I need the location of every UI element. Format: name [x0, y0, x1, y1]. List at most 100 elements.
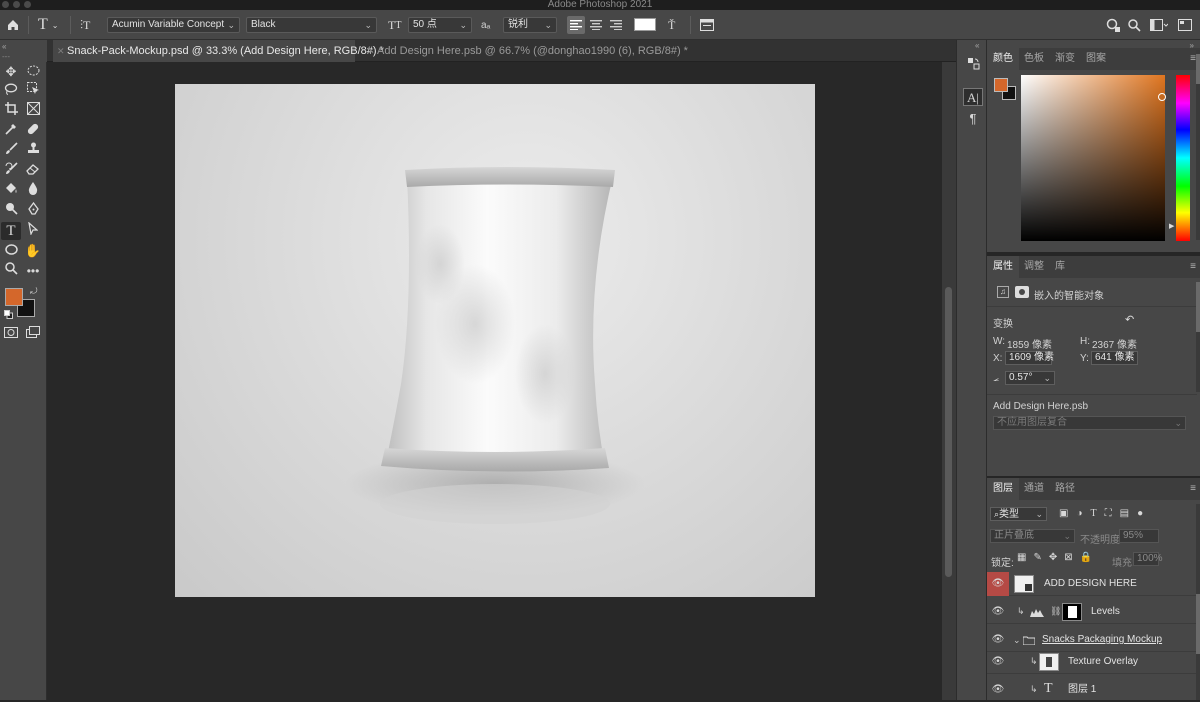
- document-canvas[interactable]: [175, 84, 815, 597]
- layer-name[interactable]: 图层 1: [1068, 678, 1096, 702]
- zoom-tool-icon[interactable]: [1, 262, 21, 280]
- pen-tool-icon[interactable]: [23, 201, 43, 220]
- visibility-eye-icon[interactable]: 👁: [987, 678, 1009, 702]
- lock-all-icon[interactable]: 🔒: [1080, 552, 1092, 563]
- screen-mode-icon[interactable]: [23, 325, 43, 343]
- lasso-tool-icon[interactable]: [1, 82, 21, 100]
- history-brush-tool-icon[interactable]: [1, 162, 21, 180]
- reset-transform-icon[interactable]: ↶: [1125, 313, 1134, 326]
- lock-transparent-icon[interactable]: ▦: [1017, 552, 1026, 563]
- align-center-icon[interactable]: [589, 15, 603, 35]
- filter-type-icon[interactable]: T: [1091, 508, 1097, 519]
- character-panel-icon[interactable]: [700, 15, 714, 35]
- dodge-tool-icon[interactable]: [1, 202, 21, 220]
- filter-smart-object-icon[interactable]: ▤: [1120, 508, 1129, 519]
- tab-swatches[interactable]: 色板: [1018, 48, 1050, 70]
- layer-name[interactable]: Levels: [1091, 600, 1120, 624]
- y-position-input[interactable]: 641 像素: [1091, 351, 1138, 365]
- color-fg-swatch[interactable]: [994, 78, 1008, 92]
- cloud-doc-icon[interactable]: [1178, 15, 1192, 35]
- quick-mask-icon[interactable]: [1, 325, 21, 343]
- layer-row-texture-overlay[interactable]: 👁 ↳ Texture Overlay: [987, 650, 1197, 674]
- font-size-select[interactable]: 50 点 ⌄: [408, 17, 472, 33]
- layer-mask-thumbnail[interactable]: [1062, 603, 1082, 621]
- search-icon[interactable]: [1128, 15, 1141, 35]
- tab-gradients[interactable]: 渐变: [1049, 48, 1081, 70]
- lock-artboard-icon[interactable]: ⊠: [1064, 552, 1072, 563]
- share-icon[interactable]: [1106, 15, 1120, 35]
- layer-name[interactable]: Texture Overlay: [1068, 650, 1138, 674]
- home-icon[interactable]: [6, 15, 20, 35]
- filter-adjustment-icon[interactable]: ◑: [1076, 508, 1082, 519]
- layer-name[interactable]: ADD DESIGN HERE: [1044, 572, 1137, 596]
- close-tab-icon[interactable]: ✕: [57, 40, 65, 62]
- hue-slider-marker-icon[interactable]: ▶: [1169, 222, 1174, 230]
- more-tools-icon[interactable]: •••: [23, 262, 43, 280]
- align-left-icon[interactable]: [567, 16, 585, 34]
- hand-tool-icon[interactable]: ✋: [23, 242, 43, 260]
- ellipse-tool-icon[interactable]: [1, 242, 21, 260]
- filter-pixel-icon[interactable]: ▣: [1059, 508, 1068, 519]
- layer-row-add-design-here[interactable]: 👁 ADD DESIGN HERE: [987, 572, 1197, 596]
- tab-snack-pack-mockup[interactable]: ✕ Snack-Pack-Mockup.psd @ 33.3% (Add Desi…: [53, 40, 384, 62]
- brush-tool-icon[interactable]: [1, 142, 21, 160]
- fill-input[interactable]: 100%: [1133, 552, 1163, 566]
- height-value[interactable]: 2367 像素: [1092, 336, 1137, 351]
- canvas-area[interactable]: [47, 62, 942, 700]
- panel-menu-icon[interactable]: ≡: [1190, 483, 1196, 494]
- path-select-tool-icon[interactable]: [23, 221, 43, 240]
- orientation-toggle-icon[interactable]: ⫶T: [80, 15, 90, 35]
- angle-input[interactable]: 0.57° ⌄: [1005, 371, 1055, 385]
- eraser-tool-icon[interactable]: [23, 162, 43, 180]
- layer-row-layer-1[interactable]: 👁 ↳ T 图层 1: [987, 678, 1197, 702]
- visibility-eye-icon[interactable]: 👁: [987, 572, 1009, 596]
- filter-toggle-icon[interactable]: ●: [1137, 508, 1143, 519]
- hue-slider[interactable]: [1176, 75, 1190, 241]
- panel-menu-icon[interactable]: ≡: [1190, 261, 1196, 272]
- mask-link-icon[interactable]: ⛓: [1050, 606, 1061, 617]
- antialias-select[interactable]: 锐利 ⌄: [503, 17, 557, 33]
- lock-position-icon[interactable]: ✥: [1049, 552, 1057, 563]
- visibility-eye-icon[interactable]: 👁: [987, 650, 1009, 674]
- tab-color[interactable]: 颜色: [987, 48, 1019, 70]
- width-value[interactable]: 1859 像素: [1007, 336, 1052, 351]
- canvas-scrollbar[interactable]: [942, 62, 956, 700]
- history-panel-icon[interactable]: [963, 57, 983, 75]
- tab-properties[interactable]: 属性: [987, 256, 1019, 278]
- default-colors-icon[interactable]: [4, 310, 13, 322]
- type-tool-icon[interactable]: T ⌄: [38, 15, 58, 35]
- tab-paths[interactable]: 路径: [1049, 478, 1081, 500]
- visibility-eye-icon[interactable]: 👁: [987, 600, 1009, 624]
- clone-stamp-tool-icon[interactable]: [23, 142, 43, 160]
- window-controls[interactable]: [2, 1, 31, 8]
- group-expand-chevron-icon[interactable]: ⌄: [1013, 635, 1021, 646]
- tab-patterns[interactable]: 图案: [1080, 48, 1112, 70]
- swap-colors-icon[interactable]: ⤾: [30, 286, 38, 297]
- scrollbar-thumb[interactable]: [945, 287, 952, 577]
- color-picker-cursor[interactable]: [1158, 93, 1166, 101]
- text-color-swatch[interactable]: [634, 18, 656, 31]
- align-right-icon[interactable]: [609, 15, 623, 35]
- lock-pixels-icon[interactable]: ✎: [1033, 552, 1041, 563]
- filter-shape-icon[interactable]: ⛶: [1105, 508, 1112, 519]
- opacity-input[interactable]: 95%: [1119, 529, 1159, 543]
- healing-brush-tool-icon[interactable]: [23, 122, 43, 140]
- paint-bucket-tool-icon[interactable]: [1, 182, 21, 200]
- tab-adjustments[interactable]: 调整: [1018, 256, 1050, 278]
- move-tool-icon[interactable]: ✥: [1, 63, 21, 81]
- paragraph-panel-icon[interactable]: ¶: [963, 110, 983, 128]
- blur-tool-icon[interactable]: [23, 182, 43, 200]
- layer-comp-select[interactable]: 不应用图层复合 ⌄: [993, 416, 1186, 430]
- visibility-eye-icon[interactable]: 👁: [987, 628, 1009, 652]
- font-family-select[interactable]: Acumin Variable Concept ⌄: [107, 17, 240, 33]
- layer-row-snacks-packaging-mockup[interactable]: 👁 ⌄ Snacks Packaging Mockup: [987, 628, 1197, 652]
- marquee-tool-icon[interactable]: [23, 63, 43, 81]
- x-position-input[interactable]: 1609 像素: [1005, 351, 1054, 365]
- foreground-color-swatch[interactable]: [5, 288, 23, 306]
- layer-row-levels[interactable]: 👁 ↳ ⛓ Levels: [987, 600, 1197, 624]
- tab-add-design-here[interactable]: ✕ Add Design Here.psb @ 66.7% (@donghao19…: [363, 40, 688, 62]
- blend-mode-select[interactable]: 正片叠底 ⌄: [990, 529, 1075, 543]
- font-style-select[interactable]: Black ⌄: [246, 17, 377, 33]
- layer-filter-select[interactable]: ⌕类型 ⌄: [990, 507, 1047, 521]
- layer-name[interactable]: Snacks Packaging Mockup: [1042, 628, 1162, 652]
